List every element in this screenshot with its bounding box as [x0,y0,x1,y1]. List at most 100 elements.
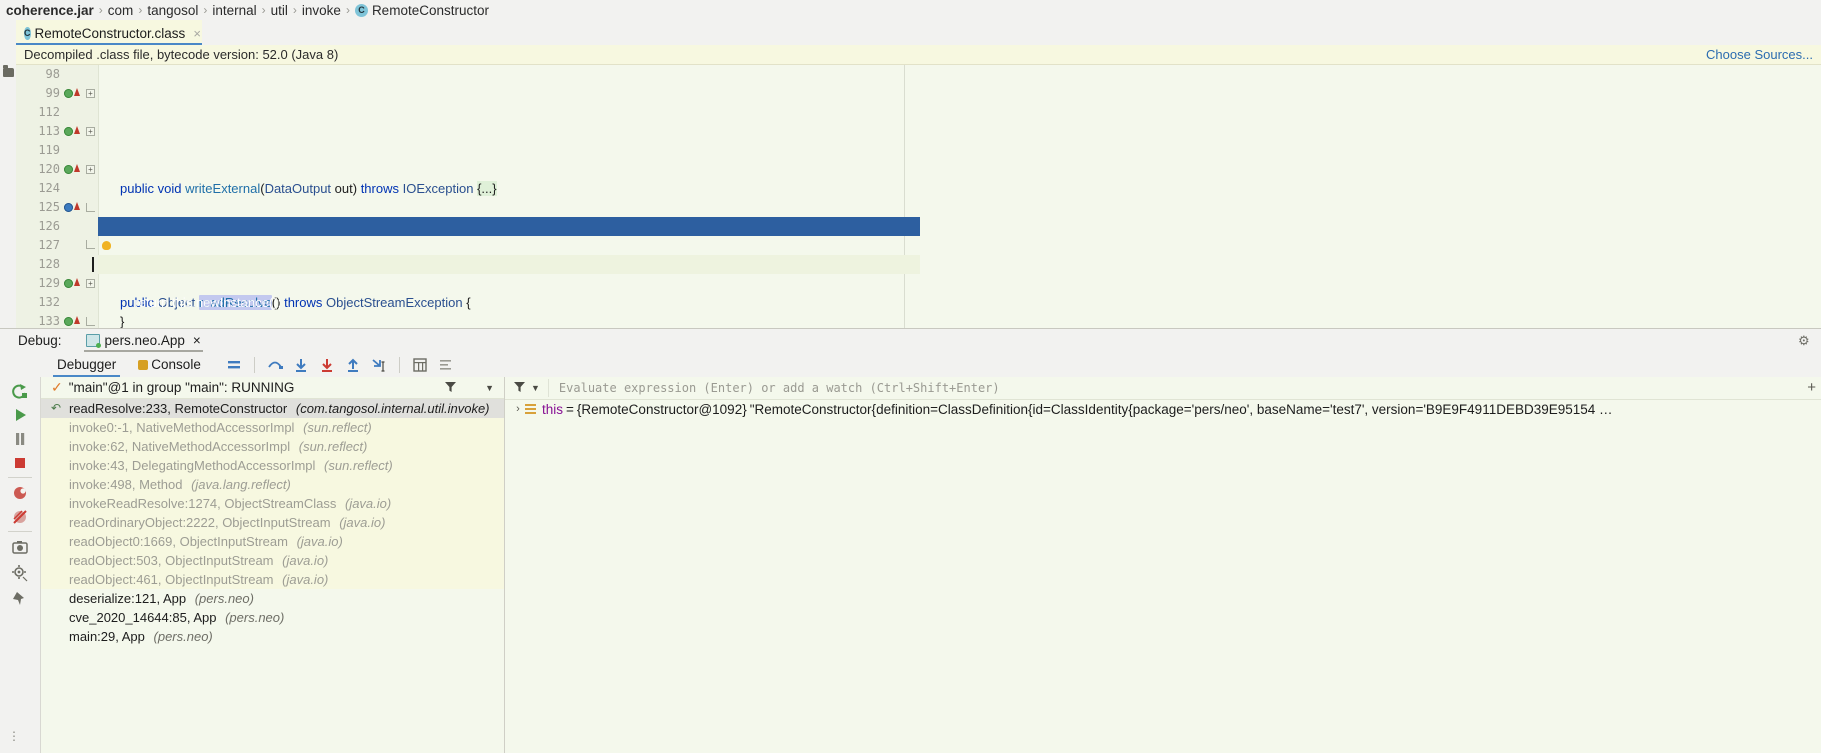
stack-frame-row[interactable]: readObject:461, ObjectInputStream (java.… [41,570,504,589]
code-editor[interactable]: 98 99 + public void writeExternal(DataOu… [16,65,1821,328]
fold-collapse-icon[interactable] [86,317,95,326]
code-line[interactable]: 124 [16,179,1821,198]
chevron-right-icon[interactable]: › [511,403,525,415]
stop-icon[interactable] [10,453,30,473]
method-overrides-icon[interactable] [74,316,80,324]
step-into-icon[interactable] [291,355,311,375]
code-line-current[interactable]: 126 return this.newInstance(); [16,217,1821,310]
code-line[interactable]: 113 + public void readExternal(PofReader… [16,122,1821,234]
stack-frame-row[interactable]: invoke0:-1, NativeMethodAccessorImpl (su… [41,418,504,437]
fold-expand-icon[interactable]: + [86,89,95,98]
settings-icon[interactable] [10,563,30,583]
code-line[interactable]: 128 [16,255,1821,274]
stack-frame-row[interactable]: invoke:43, DelegatingMethodAccessorImpl … [41,456,504,475]
breadcrumb[interactable]: coherence.jar › com › tangosol › interna… [0,0,1821,20]
mute-breakpoints-icon[interactable] [10,507,30,527]
method-overrides-icon[interactable] [74,164,80,172]
filter-icon[interactable] [513,380,526,396]
fold-expand-icon[interactable]: + [86,127,95,136]
code-line[interactable]: 132 [16,293,1821,312]
rerun-icon[interactable] [10,381,30,401]
code-line[interactable]: 127 } [16,236,1821,328]
fold-expand-icon[interactable]: + [86,279,95,288]
run-method-icon[interactable] [64,89,73,98]
breadcrumb-segment-com[interactable]: com [108,3,134,18]
breadcrumb-segment-internal[interactable]: internal [212,3,256,18]
code-line[interactable]: 99 + public void writeExternal(DataOutpu… [16,84,1821,196]
code-line[interactable]: 125 public Object readResolve() throws O… [16,198,1821,310]
gear-icon[interactable]: ⚙ [1798,334,1811,347]
frame-package: (java.lang.reflect) [191,477,291,492]
close-icon[interactable]: × [193,26,201,41]
thread-selector[interactable]: ✓ "main"@1 in group "main": RUNNING ▼ [41,377,504,399]
close-icon[interactable]: × [193,333,201,348]
breadcrumb-root[interactable]: coherence.jar [6,3,94,18]
run-method-icon[interactable] [64,279,73,288]
stack-frame-row[interactable]: invoke:498, Method (java.lang.reflect) [41,475,504,494]
breakpoint-method-icon[interactable] [64,203,73,212]
evaluate-expression-row[interactable]: ▼ Evaluate expression (Enter) or add a w… [505,377,1821,400]
stack-frame-row[interactable]: main:29, App (pers.neo) [41,627,504,646]
force-step-into-icon[interactable] [317,355,337,375]
evaluate-expression-icon[interactable] [410,355,430,375]
code-line[interactable]: 129 + public Serializer getContextSerial… [16,274,1821,293]
frames-panel[interactable]: ✓ "main"@1 in group "main": RUNNING ▼ ↶ … [41,377,505,753]
fold-collapse-icon[interactable] [86,203,95,212]
method-overrides-icon[interactable] [74,278,80,286]
screenshot-icon[interactable] [10,537,30,557]
code-line[interactable]: 133 public void setContextSerializer(Ser… [16,312,1821,328]
stack-frame-row[interactable]: deserialize:121, App (pers.neo) [41,589,504,608]
run-method-icon[interactable] [64,317,73,326]
filter-icon[interactable] [444,380,457,396]
show-execution-point-icon[interactable] [436,355,456,375]
variable-reference: {RemoteConstructor@1092} [576,401,747,417]
drop-frame-icon[interactable]: ↶ [51,402,63,414]
variables-panel[interactable]: ▼ Evaluate expression (Enter) or add a w… [505,377,1821,753]
variable-row-this[interactable]: › this = {RemoteConstructor@1092} "Remot… [505,399,1821,419]
evaluate-expression-input[interactable]: Evaluate expression (Enter) or add a wat… [549,381,1821,395]
editor-tab-remoteconstructor[interactable]: C RemoteConstructor.class × [16,20,202,46]
line-number: 127 [38,238,60,252]
breadcrumb-segment-util[interactable]: util [271,3,288,18]
code-line[interactable]: 112 [16,103,1821,122]
stack-frame-row[interactable]: invoke:62, NativeMethodAccessorImpl (sun… [41,437,504,456]
breadcrumb-segment-tangosol[interactable]: tangosol [147,3,198,18]
stack-frame-row[interactable]: cve_2020_14644:85, App (pers.neo) [41,608,504,627]
view-breakpoints-icon[interactable] [10,483,30,503]
step-out-icon[interactable] [343,355,363,375]
tab-debugger[interactable]: Debugger [51,352,122,377]
resume-program-icon[interactable] [10,405,30,425]
code-line[interactable]: 119 [16,141,1821,160]
folder-icon[interactable] [3,65,14,77]
run-method-icon[interactable] [64,165,73,174]
stack-frame-row[interactable]: readOrdinaryObject:2222, ObjectInputStre… [41,513,504,532]
tab-console[interactable]: Console [132,352,207,377]
stack-frame-row[interactable]: ↶ readResolve:233, RemoteConstructor (co… [41,399,504,418]
choose-sources-link[interactable]: Choose Sources... [1706,47,1813,62]
fold-collapse-icon[interactable] [86,240,95,249]
chevron-down-icon[interactable]: ▼ [485,383,494,393]
fold-expand-icon[interactable]: + [86,165,95,174]
code-line[interactable]: 120 + public void writeExternal(PofWrite… [16,160,1821,272]
more-actions-icon[interactable]: ⋮ [8,729,28,749]
breadcrumb-leaf[interactable]: RemoteConstructor [372,3,489,18]
chevron-down-icon[interactable]: ▼ [531,383,540,393]
method-overrides-icon[interactable] [74,202,80,210]
run-method-icon[interactable] [64,127,73,136]
method-overrides-icon[interactable] [74,126,80,134]
add-watch-icon[interactable]: + [1807,379,1816,396]
stack-frame-row[interactable]: invokeReadResolve:1274, ObjectStreamClas… [41,494,504,513]
layout-settings-icon[interactable] [224,355,244,375]
run-to-cursor-icon[interactable] [369,355,389,375]
step-over-icon[interactable] [265,355,285,375]
pause-program-icon[interactable] [10,429,30,449]
pin-tab-icon[interactable] [10,589,30,609]
rail-divider [8,531,32,532]
method-overrides-icon[interactable] [74,88,80,96]
intention-bulb-icon[interactable] [102,241,111,250]
breadcrumb-segment-invoke[interactable]: invoke [302,3,341,18]
stack-frame-row[interactable]: readObject0:1669, ObjectInputStream (jav… [41,532,504,551]
code-line[interactable]: 98 [16,65,1821,84]
stack-frame-row[interactable]: readObject:503, ObjectInputStream (java.… [41,551,504,570]
debug-session-tab[interactable]: pers.neo.App × [82,329,205,352]
